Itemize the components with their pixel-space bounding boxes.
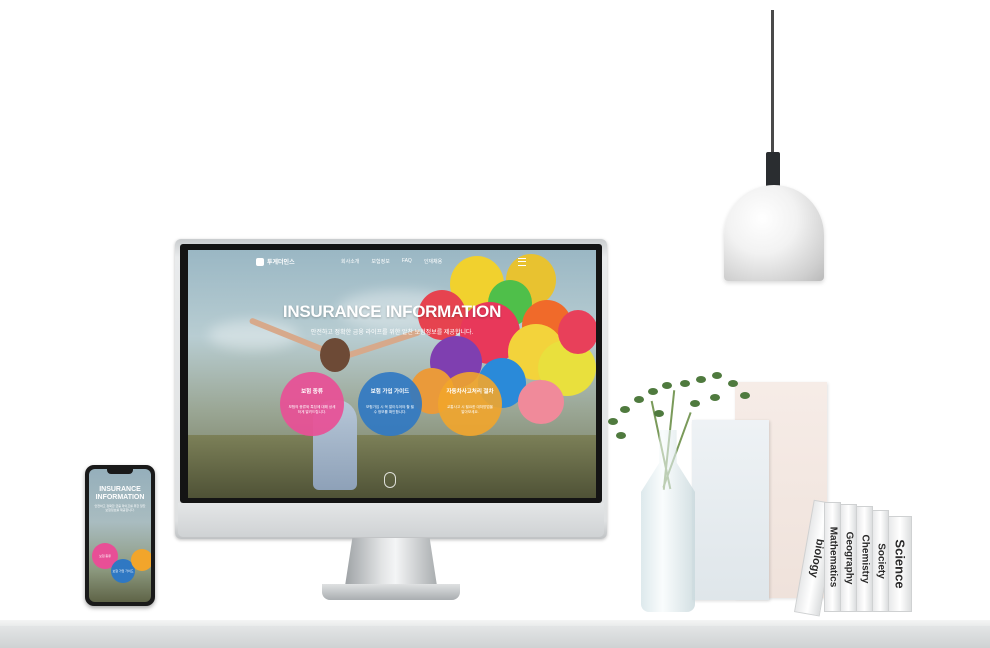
book-society: Society	[872, 510, 889, 612]
imac-stand-base	[322, 584, 460, 600]
card-title: 자동차사고처리 절차	[446, 389, 494, 395]
lamp-cap	[766, 152, 780, 188]
mobile-website-screen: INSURANCE INFORMATION 안전하고 정확한 금융 라이프를 위…	[89, 469, 151, 602]
card-desc: 교통사고 시 필요한 대처방법을 알아보세요.	[447, 405, 493, 414]
book-science: Science	[888, 516, 912, 612]
main-menu: 회사소개 보험정보 FAQ 인재채용	[341, 258, 442, 265]
card-desc: 보험의 종류와 특징에 대해 상세하게 알려드립니다.	[288, 405, 336, 414]
book-geography: Geography	[840, 504, 857, 612]
card-signup-guide[interactable]: 보험 가입 가이드 보험가입 시 꼭 알아두어야 할 필수 정보를 확인합니다.	[358, 372, 422, 436]
menu-item-faq[interactable]: FAQ	[402, 258, 412, 265]
scroll-indicator-icon[interactable]	[384, 472, 396, 488]
imac-chin	[178, 503, 604, 537]
book-spine-text: Society	[875, 543, 886, 579]
site-logo[interactable]: 투게더인스	[256, 257, 295, 266]
book-chemistry: Chemistry	[856, 506, 873, 612]
hamburger-menu-icon[interactable]	[518, 258, 526, 266]
menu-item-careers[interactable]: 인재채용	[424, 258, 442, 265]
menu-item-company[interactable]: 회사소개	[341, 258, 359, 265]
field-background	[188, 435, 596, 498]
desktop-website-screen: 투게더인스 회사소개 보험정보 FAQ 인재채용 INSURANCE INFOR…	[188, 250, 596, 498]
mobile-card-title: 보험 가입 가이드	[112, 569, 134, 573]
mobile-hero-subtitle: 안전하고 정확한 금융 라이프를 위한 알찬 보험정보를 제공합니다.	[94, 504, 146, 512]
book-mathematics: Mathematics	[824, 502, 841, 612]
card-title: 보험 가입 가이드	[370, 389, 410, 395]
imac-stand-neck	[345, 538, 437, 586]
book-stack: biology Mathematics Geography Chemistry …	[790, 490, 920, 617]
menu-item-insurance-info[interactable]: 보험정보	[371, 258, 389, 265]
card-title: 보험 종류	[301, 389, 323, 395]
book-spine-text: Science	[892, 539, 908, 589]
book-spine-text: Geography	[843, 531, 854, 585]
card-desc: 보험가입 시 꼭 알아두어야 할 필수 정보를 확인합니다.	[366, 405, 414, 414]
logo-text: 투게더인스	[267, 260, 295, 266]
book-spine-text: Mathematics	[827, 526, 838, 588]
pendant-lamp	[724, 185, 824, 281]
card-insurance-types[interactable]: 보험 종류 보험의 종류와 특징에 대해 상세하게 알려드립니다.	[280, 372, 344, 436]
girl-figure	[320, 338, 350, 372]
mobile-hero-title: INSURANCE INFORMATION	[95, 486, 145, 501]
mobile-card-title: 보험 종류	[99, 554, 111, 558]
mobile-card-accident[interactable]	[131, 549, 151, 571]
book-spine-text: Chemistry	[859, 534, 870, 584]
hero-subtitle: 안전하고 정확한 금융 라이프를 위한 알찬 보험정보를 제공합니다.	[310, 330, 474, 336]
phone-notch	[107, 469, 133, 474]
shelf	[0, 626, 990, 648]
hero-title: INSURANCE INFORMATION	[282, 302, 502, 321]
site-nav: 투게더인스 회사소개 보험정보 FAQ 인재채용	[188, 250, 596, 272]
lamp-cord	[771, 10, 774, 155]
card-accident-process[interactable]: 자동차사고처리 절차 교통사고 시 필요한 대처방법을 알아보세요.	[438, 372, 502, 436]
logo-icon	[256, 257, 264, 266]
